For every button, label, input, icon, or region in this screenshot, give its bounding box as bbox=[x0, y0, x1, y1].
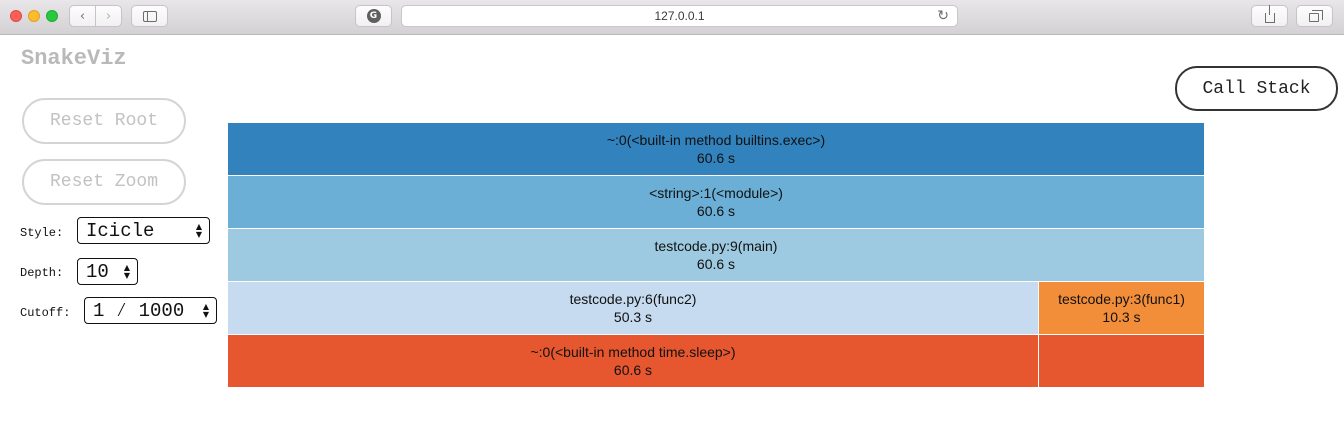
icicle-cell-time: 10.3 s bbox=[1102, 309, 1141, 325]
google-icon: G bbox=[366, 9, 381, 23]
reload-icon[interactable]: ↻ bbox=[937, 8, 949, 24]
updown-arrows-icon: ▲ ▼ bbox=[123, 262, 131, 280]
icicle-cell-name: testcode.py:9(main) bbox=[654, 238, 778, 254]
icicle-cell-time: 60.6 s bbox=[696, 256, 736, 272]
window-close-icon[interactable] bbox=[10, 10, 22, 22]
browser-toolbar: ‹ › G 127.0.0.1 ↻ bbox=[0, 0, 1344, 35]
history-nav: ‹ › bbox=[69, 5, 122, 27]
cutoff-select[interactable]: 1 ⁄ 1000 ▲ ▼ bbox=[84, 297, 217, 324]
icicle-cell-time: 60.6 s bbox=[613, 362, 653, 378]
icicle-cell[interactable]: ~:0(<built-in method time.sleep>) 60.6 s bbox=[228, 335, 1039, 388]
style-value: Icicle bbox=[86, 219, 155, 242]
updown-arrows-icon: ▲ ▼ bbox=[202, 301, 210, 319]
icicle-cell[interactable]: <string>:1(<module>) 60.6 s bbox=[228, 176, 1205, 229]
icicle-chart: ~:0(<built-in method builtins.exec>) 60.6… bbox=[228, 123, 1205, 388]
icicle-cell-name: ~:0(<built-in method time.sleep>) bbox=[530, 344, 736, 360]
address-bar[interactable]: 127.0.0.1 ↻ bbox=[401, 5, 958, 27]
updown-arrows-icon: ▲ ▼ bbox=[195, 221, 203, 239]
app-title: SnakeViz bbox=[21, 46, 127, 71]
sidebar-icon bbox=[142, 10, 157, 22]
cutoff-value: 1 ⁄ 1000 bbox=[93, 299, 185, 322]
depth-value: 10 bbox=[86, 260, 109, 283]
icicle-cell[interactable]: ~:0(<built-in method builtins.exec>) 60.6… bbox=[228, 123, 1205, 176]
icicle-cell[interactable]: testcode.py:9(main) 60.6 s bbox=[228, 229, 1205, 282]
forward-icon[interactable]: › bbox=[95, 6, 121, 26]
extension-button[interactable]: G bbox=[355, 5, 392, 27]
icicle-cell-name: ~:0(<built-in method builtins.exec>) bbox=[606, 132, 826, 148]
icicle-cell-name: testcode.py:6(func2) bbox=[569, 291, 697, 307]
address-text: 127.0.0.1 bbox=[654, 9, 705, 23]
window-minimize-icon[interactable] bbox=[28, 10, 40, 22]
icicle-cell-time: 50.3 s bbox=[613, 309, 653, 325]
icicle-cell[interactable]: testcode.py:3(func1) 10.3 s bbox=[1039, 282, 1205, 335]
show-tabs-button[interactable] bbox=[1296, 5, 1333, 27]
icicle-cell-time: 60.6 s bbox=[696, 203, 736, 219]
depth-label: Depth: bbox=[20, 266, 64, 280]
cutoff-label: Cutoff: bbox=[20, 306, 71, 320]
reset-root-button[interactable]: Reset Root bbox=[22, 98, 186, 144]
icicle-cell-name: <string>:1(<module>) bbox=[649, 185, 783, 201]
style-select[interactable]: Icicle ▲ ▼ bbox=[77, 217, 210, 244]
share-button[interactable] bbox=[1251, 4, 1288, 27]
icicle-cell[interactable]: testcode.py:6(func2) 50.3 s bbox=[228, 282, 1039, 335]
back-icon[interactable]: ‹ bbox=[70, 6, 95, 26]
icicle-cell-name: testcode.py:3(func1) bbox=[1058, 291, 1185, 307]
window-maximize-icon[interactable] bbox=[46, 10, 58, 22]
tabs-icon bbox=[1308, 9, 1323, 22]
share-icon bbox=[1264, 4, 1275, 23]
style-label: Style: bbox=[20, 226, 64, 240]
depth-select[interactable]: 10 ▲ ▼ bbox=[77, 258, 138, 285]
call-stack-button[interactable]: Call Stack bbox=[1175, 66, 1338, 111]
icicle-cell-time: 60.6 s bbox=[696, 150, 736, 166]
icicle-cell[interactable] bbox=[1039, 335, 1205, 388]
reset-zoom-button[interactable]: Reset Zoom bbox=[22, 159, 186, 205]
sidebar-toggle-button[interactable] bbox=[131, 5, 168, 27]
